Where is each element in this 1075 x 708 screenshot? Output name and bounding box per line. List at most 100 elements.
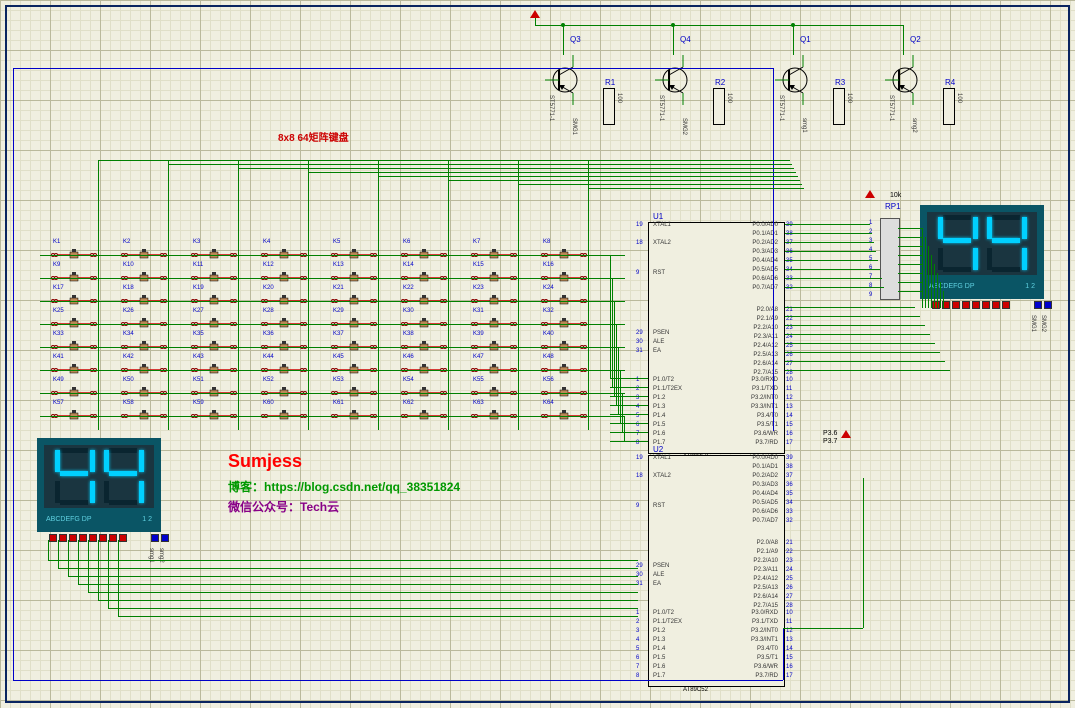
key-label: K60 (263, 400, 274, 406)
pin-name: P2.3/A11 (754, 334, 778, 340)
pin-name: P3.6/WR (754, 664, 778, 670)
wire (108, 608, 638, 609)
wire (518, 184, 802, 185)
pin-num: 31 (636, 348, 643, 354)
pin-num: 25 (786, 576, 793, 582)
pin-name: XTAL2 (653, 240, 671, 246)
wire (378, 160, 379, 430)
seven-seg-display-1[interactable]: ABCDEFG DP1 2 (920, 205, 1044, 299)
key-label: K40 (543, 331, 554, 337)
wire (785, 251, 876, 252)
net-label: smg1 (801, 118, 807, 133)
pin-name: P2.3/A11 (754, 567, 778, 573)
pin-name: P3.1/TXD (752, 619, 778, 625)
resistor-value: 100 (846, 93, 852, 103)
wire (785, 224, 870, 225)
wire (118, 616, 638, 617)
wire (448, 180, 800, 181)
pin-num: 36 (786, 482, 793, 488)
rp-pin-num: 4 (869, 247, 872, 253)
pin-name: ALE (653, 339, 664, 345)
pin-num: 34 (786, 500, 793, 506)
pin-name: P0.4/AD4 (752, 491, 778, 497)
pin-name: P2.1/A9 (757, 316, 778, 322)
key-label: K4 (263, 239, 270, 245)
pin-name: P1.5 (653, 422, 665, 428)
pin-name: P1.5 (653, 655, 665, 661)
resistor-ref: R2 (715, 78, 725, 87)
pin-num: 39 (786, 222, 793, 228)
wire (785, 242, 874, 243)
resistor-R1[interactable] (603, 88, 615, 125)
wire (610, 405, 648, 406)
key-label: K52 (263, 377, 274, 383)
wire (785, 325, 925, 326)
pin-name: P1.3 (653, 404, 665, 410)
pin-name: P3.7/RD (755, 440, 778, 446)
key-label: K11 (193, 262, 203, 268)
pin-name: P0.0/AD0 (752, 455, 778, 461)
pin-name: P0.5/AD5 (752, 267, 778, 273)
schematic-root: 8x8 64矩阵键盘 Sumjess 博客：https://blog.csdn.… (0, 0, 1075, 708)
pin-num: 39 (786, 455, 793, 461)
digit-2 (101, 445, 146, 508)
wire (78, 584, 638, 585)
pin-name: P3.0/RXD (751, 610, 778, 616)
key-label: K34 (123, 331, 134, 337)
seg-footer-left: ABCDEFG DP (46, 516, 92, 523)
wire (610, 432, 648, 433)
key-label: K41 (53, 354, 64, 360)
key-label: K63 (473, 400, 484, 406)
pin-num: 7 (636, 664, 639, 670)
key-label: K2 (123, 239, 130, 245)
pin-name: P2.6/A14 (753, 361, 778, 367)
pin-num: 34 (786, 267, 793, 273)
chip-ref: U2 (653, 445, 663, 454)
wire (448, 160, 449, 430)
pin-name: P0.7/AD7 (752, 518, 778, 524)
net-p36: P3.6 (823, 430, 837, 437)
key-label: K29 (333, 308, 344, 314)
title-label: 8x8 64矩阵键盘 (278, 129, 349, 144)
wire (610, 423, 648, 424)
wire (40, 393, 625, 394)
key-label: K56 (543, 377, 554, 383)
resistor-R4[interactable] (943, 88, 955, 125)
wire (922, 228, 923, 308)
pin-name: P2.0/A8 (757, 307, 778, 313)
pin-num: 11 (786, 386, 792, 392)
key-label: K44 (263, 354, 274, 360)
pin-num: 17 (786, 673, 793, 679)
wire (785, 316, 920, 317)
key-label: K13 (333, 262, 344, 268)
key-label: K20 (263, 285, 274, 291)
wire (785, 343, 935, 344)
pin-name: P3.6/WR (754, 431, 778, 437)
key-label: K50 (123, 377, 134, 383)
rp-pin-num: 1 (869, 220, 872, 226)
pin-name: P1.6 (653, 431, 665, 437)
key-label: K64 (543, 400, 554, 406)
pin-name: P0.2/AD2 (752, 240, 778, 246)
key-label: K30 (403, 308, 414, 314)
watermark-author: Sumjess (228, 451, 302, 472)
pin-num: 23 (786, 558, 793, 564)
pin-name: P1.2 (653, 628, 665, 634)
wire (785, 278, 882, 279)
key-label: K26 (123, 308, 134, 314)
pin-num: 35 (786, 491, 793, 497)
key-label: K43 (193, 354, 204, 360)
rp-pin-num: 8 (869, 283, 872, 289)
pin-name: P0.2/AD2 (752, 473, 778, 479)
pin-name: ALE (653, 572, 664, 578)
key-label: K16 (543, 262, 554, 268)
resistor-R2[interactable] (713, 88, 725, 125)
key-label: K35 (193, 331, 204, 337)
transistor-part: ST5771-1 (548, 95, 554, 121)
key-label: K47 (473, 354, 484, 360)
resistor-R3[interactable] (833, 88, 845, 125)
seven-seg-display-2[interactable]: ABCDEFG DP1 2 (37, 438, 161, 532)
pin-num: 37 (786, 240, 793, 246)
pin-num: 4 (636, 637, 639, 643)
pin-num: 32 (786, 285, 793, 291)
